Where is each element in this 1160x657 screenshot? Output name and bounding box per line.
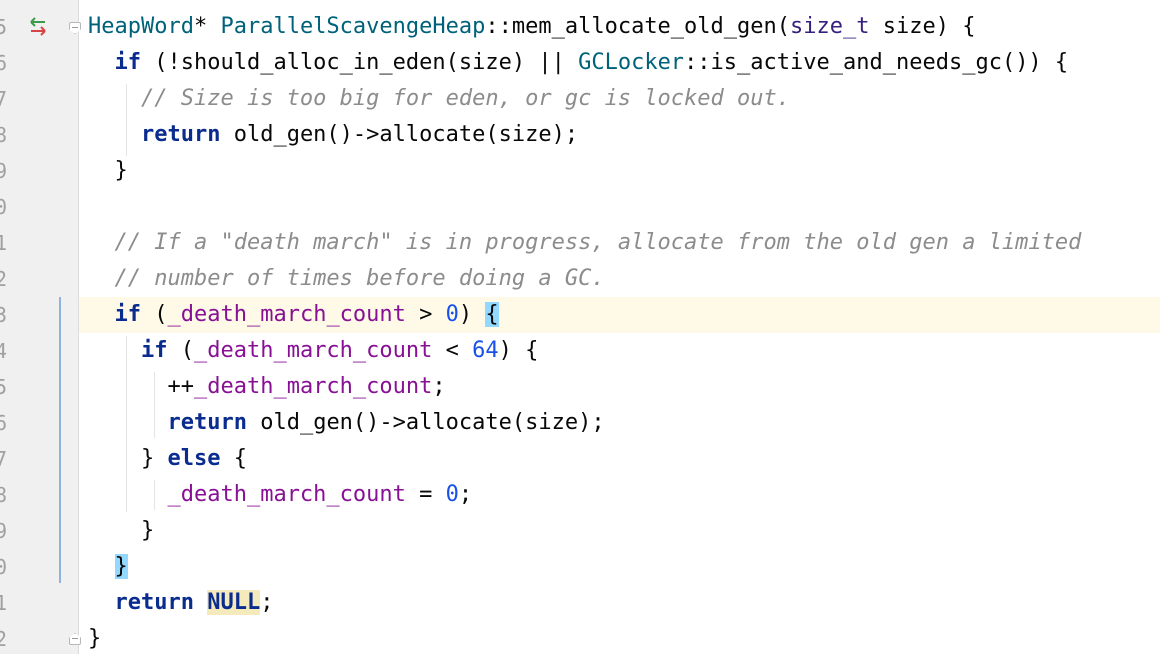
code-token: _death_march_count xyxy=(167,482,406,507)
code-token: (!should_alloc_in_eden(size) || xyxy=(141,50,579,75)
code-line: return old_gen()->allocate(size); xyxy=(88,405,1081,441)
line-number: 4 xyxy=(0,339,8,363)
line-number: 3 xyxy=(0,303,8,327)
code-token: ; xyxy=(432,374,446,399)
line-number: 6 xyxy=(0,411,8,435)
line-number: 5 xyxy=(0,15,8,39)
code-token: > xyxy=(405,302,446,327)
code-token: 64 xyxy=(472,338,499,363)
code-token: if xyxy=(114,50,142,75)
code-token: ; xyxy=(458,482,473,507)
code-token: } xyxy=(88,626,102,651)
code-line: return NULL; xyxy=(88,585,1081,621)
code-line: if (!should_alloc_in_eden(size) || GCLoc… xyxy=(88,45,1081,81)
line-number: 2 xyxy=(0,267,8,291)
code-token: ( xyxy=(167,338,194,363)
code-editor[interactable]: HeapWord* ParallelScavengeHeap::mem_allo… xyxy=(88,0,1082,651)
code-token: < xyxy=(432,338,473,363)
code-token: size) { xyxy=(869,14,976,39)
code-line: // Size is too big for eden, or gc is lo… xyxy=(88,81,1081,117)
code-token: ( xyxy=(141,302,168,327)
line-number: 2 xyxy=(0,627,8,651)
line-number: 1 xyxy=(0,231,8,255)
code-comment: // number of times before doing a GC. xyxy=(114,266,605,291)
code-line: return old_gen()->allocate(size); xyxy=(88,117,1081,153)
code-line: } xyxy=(88,153,1081,189)
code-token: old_gen()->allocate(size); xyxy=(246,410,605,435)
matched-brace: { xyxy=(485,302,499,327)
code-line: // number of times before doing a GC. xyxy=(88,261,1081,297)
code-token: ParallelScavengeHeap xyxy=(220,14,486,39)
code-token: ++ xyxy=(167,374,194,399)
code-token: } xyxy=(140,446,168,471)
code-token: ::is_active_and_needs_gc()) { xyxy=(684,50,1069,75)
code-line-current: if (_death_march_count > 0) { xyxy=(88,297,1081,333)
line-number: 9 xyxy=(0,159,8,183)
code-token: 0 xyxy=(445,482,459,507)
code-line: } xyxy=(88,513,1081,549)
code-token: * xyxy=(193,14,221,39)
code-line: } xyxy=(88,621,1081,657)
code-token: HeapWord xyxy=(88,14,194,39)
code-token: return xyxy=(167,410,247,435)
code-token: 0 xyxy=(445,302,459,327)
vcs-change-marker[interactable] xyxy=(59,297,61,583)
code-line: } xyxy=(88,549,1081,585)
fold-end-icon[interactable] xyxy=(69,633,81,645)
line-number: 0 xyxy=(0,555,8,579)
line-number: 8 xyxy=(0,483,8,507)
code-token: ; xyxy=(260,590,274,615)
line-number: 9 xyxy=(0,519,8,543)
code-line: HeapWord* ParallelScavengeHeap::mem_allo… xyxy=(88,9,1081,45)
code-token: return xyxy=(140,122,221,147)
code-line: ++_death_march_count; xyxy=(88,369,1081,405)
code-token: _death_march_count xyxy=(193,374,433,399)
line-number: 6 xyxy=(0,51,8,75)
line-number: 8 xyxy=(0,123,8,147)
code-line: _death_march_count = 0; xyxy=(88,477,1081,513)
line-number: 5 xyxy=(0,375,8,399)
code-token: _death_march_count xyxy=(167,302,406,327)
code-comment: // Size is too big for eden, or gc is lo… xyxy=(140,86,790,111)
line-number: 7 xyxy=(0,87,8,111)
code-line: if (_death_march_count < 64) { xyxy=(88,333,1081,369)
code-token: { xyxy=(220,446,247,471)
code-token: } xyxy=(114,158,128,183)
code-token: ::mem_allocate_old_gen( xyxy=(485,14,791,39)
code-token: if xyxy=(114,302,142,327)
override-arrows-icon[interactable] xyxy=(27,17,49,37)
code-token: } xyxy=(140,518,155,543)
code-token: _death_march_count xyxy=(193,338,433,363)
highlighted-usage: NULL xyxy=(207,590,261,615)
code-line: // If a "death march" is in progress, al… xyxy=(88,225,1082,261)
code-comment: // If a "death march" is in progress, al… xyxy=(114,230,1082,255)
code-token: if xyxy=(140,338,168,363)
code-token: GCLocker xyxy=(578,50,685,75)
line-number: 0 xyxy=(0,195,8,219)
code-token: return xyxy=(114,590,194,615)
code-token: ) { xyxy=(498,338,539,363)
line-number: 7 xyxy=(0,447,8,471)
fold-collapse-icon[interactable] xyxy=(69,22,81,34)
line-number: 1 xyxy=(0,591,8,615)
code-token: = xyxy=(405,482,446,507)
code-line: } else { xyxy=(88,441,1081,477)
code-token: old_gen()->allocate(size); xyxy=(220,122,579,147)
code-token: ) xyxy=(458,302,486,327)
code-token: size_t xyxy=(790,14,870,39)
code-token: else xyxy=(167,446,221,471)
editor-gutter: 5 6 7 8 9 0 1 2 3 4 5 6 7 8 9 0 1 2 xyxy=(0,0,81,654)
matched-brace: } xyxy=(114,554,128,579)
